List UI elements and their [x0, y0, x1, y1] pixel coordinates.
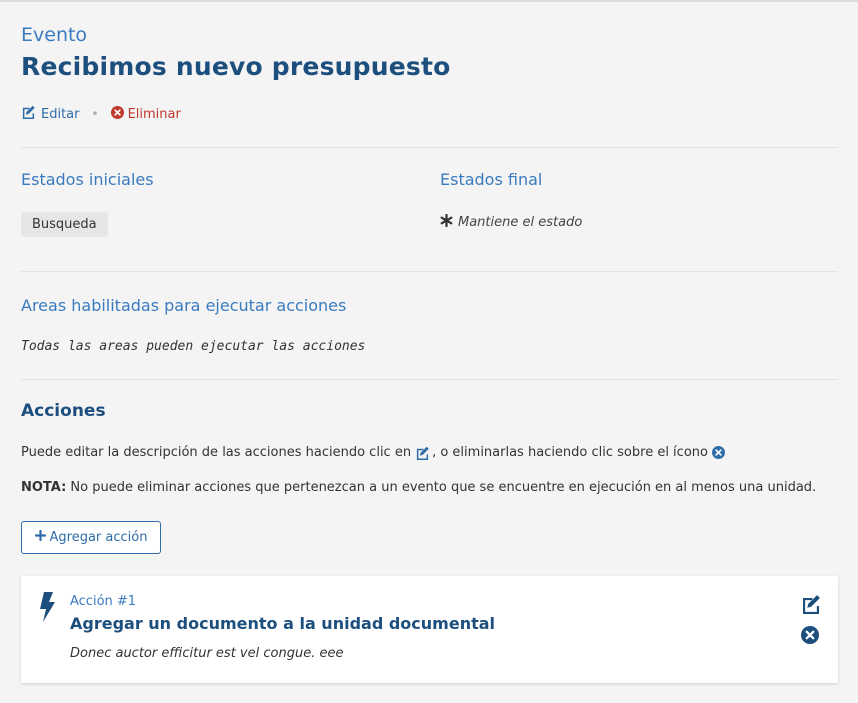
- action-card: Acción #1 Agregar un documento a la unid…: [21, 576, 838, 683]
- top-divider: [0, 0, 858, 2]
- help-text-middle: , o eliminarlas haciendo clic sobre el í…: [432, 445, 708, 460]
- divider: [21, 379, 838, 380]
- note-text: No puede eliminar acciones que pertenezc…: [66, 480, 817, 495]
- plus-icon: [34, 529, 46, 545]
- edit-action-button[interactable]: [800, 594, 822, 618]
- divider: [21, 147, 838, 148]
- delete-link[interactable]: Eliminar: [110, 105, 181, 123]
- help-text-before: Puede editar la descripción de las accio…: [21, 445, 412, 460]
- asterisk-icon: [440, 213, 453, 231]
- separator-dot: •: [91, 107, 99, 121]
- action-description: Donec auctor efficitur est vel congue. e…: [70, 646, 344, 661]
- close-circle-icon: [801, 626, 819, 648]
- edit-icon: [21, 105, 36, 123]
- close-circle-icon: [110, 105, 124, 123]
- add-action-button[interactable]: Agregar acción: [21, 521, 161, 554]
- action-number: Acción #1: [70, 594, 137, 609]
- edit-icon: [415, 446, 430, 460]
- initial-states-title: Estados iniciales: [21, 170, 154, 189]
- delete-link-label: Eliminar: [127, 106, 181, 122]
- final-state-value: Mantiene el estado: [440, 213, 583, 231]
- final-state-label: Mantiene el estado: [458, 215, 583, 230]
- actions-note: NOTA: No puede eliminar acciones que per…: [21, 480, 816, 495]
- header-actions: Editar • Eliminar: [21, 105, 181, 123]
- final-states-title: Estados final: [440, 170, 543, 189]
- page-eyebrow: Evento: [21, 24, 88, 46]
- note-label: NOTA:: [21, 480, 67, 495]
- page-title: Recibimos nuevo presupuesto: [21, 52, 451, 81]
- areas-note: Todas las areas pueden ejecutar las acci…: [21, 339, 366, 354]
- bolt-icon: [37, 592, 57, 626]
- action-title: Agregar un documento a la unidad documen…: [70, 614, 496, 633]
- areas-title: Areas habilitadas para ejecutar acciones: [21, 296, 347, 315]
- edit-link[interactable]: Editar: [21, 105, 80, 123]
- add-action-label: Agregar acción: [49, 530, 148, 545]
- close-circle-icon: [711, 446, 725, 459]
- divider: [21, 271, 838, 272]
- initial-state-chip: Busqueda: [21, 212, 108, 237]
- actions-help-text: Puede editar la descripción de las accio…: [21, 445, 727, 460]
- edit-icon: [800, 595, 822, 618]
- delete-action-button[interactable]: [801, 626, 819, 648]
- actions-title: Acciones: [21, 401, 106, 421]
- edit-link-label: Editar: [41, 106, 80, 122]
